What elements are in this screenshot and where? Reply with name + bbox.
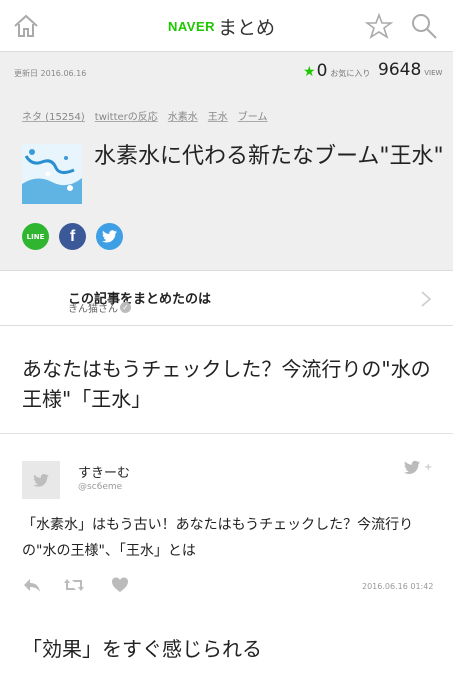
view-count: 9648 — [378, 60, 422, 80]
bird-icon — [33, 473, 49, 487]
like-icon[interactable] — [111, 576, 129, 594]
author-name-row[interactable]: きん猫さん ✓ — [68, 300, 131, 315]
favorite-counter[interactable]: ★ 0 お気に入り — [303, 61, 370, 81]
app-header: NAVER まとめ — [0, 0, 453, 52]
line-share-button[interactable]: LINE — [22, 223, 49, 250]
fav-star-icon: ★ — [303, 64, 316, 80]
tag-list: ネタ (15254) twitterの反応 水素水 王水 ブーム — [22, 108, 267, 123]
article-title[interactable]: 水素水に代わる新たなブーム"王水" — [94, 140, 444, 174]
facebook-share-button[interactable]: f — [59, 223, 86, 250]
tag-link[interactable]: twitterの反応 — [95, 108, 158, 123]
home-icon[interactable] — [12, 13, 40, 39]
logo-naver-text: NAVER — [168, 18, 216, 34]
tweet-date[interactable]: 2016.06.16 01:42 — [362, 582, 433, 591]
reply-icon[interactable] — [22, 576, 42, 594]
view-label: VIEW — [424, 69, 443, 77]
article-thumbnail — [22, 144, 82, 204]
naver-matome-logo[interactable]: NAVER まとめ — [168, 13, 275, 39]
divider — [0, 433, 453, 434]
svg-text:+: + — [424, 462, 432, 473]
tweet-author-handle[interactable]: @sc6eme — [78, 482, 122, 492]
tweet-text: 「水素水」はもう古い！あなたはもうチェックした？今流行りの"水の王様"、「王水」… — [22, 517, 414, 559]
fav-label: お気に入り — [330, 69, 371, 78]
water-splash-image — [22, 144, 82, 204]
follow-icon[interactable]: + — [404, 460, 432, 476]
tag-link[interactable]: 王水 — [208, 108, 228, 123]
twitter-share-button[interactable] — [96, 223, 123, 250]
fav-count: 0 — [316, 61, 328, 81]
logo-matome-text: まとめ — [218, 16, 276, 39]
author-badge-icon: ✓ — [120, 302, 131, 313]
section-heading: あなたはもうチェックした？今流行りの"水の王様"「王水」 — [22, 357, 431, 411]
twitter-icon — [102, 230, 117, 243]
star-icon[interactable] — [365, 12, 393, 40]
tag-link[interactable]: ネタ (15254) — [22, 108, 85, 123]
tweet-author-name[interactable]: すきーむ — [78, 462, 130, 481]
author-name: きん猫さん — [68, 304, 118, 315]
retweet-icon[interactable] — [63, 576, 85, 594]
updated-date: 更新日 2016.06.16 — [14, 69, 87, 78]
effect-heading: 「効果」をすぐ感じられる — [22, 637, 262, 661]
chevron-right-icon — [421, 291, 432, 307]
line-icon: LINE — [26, 232, 45, 241]
facebook-icon: f — [69, 227, 76, 245]
search-icon[interactable] — [410, 12, 438, 40]
author-row[interactable]: この記事をまとめたのは きん猫さん ✓ — [0, 270, 453, 326]
view-counter: 9648 VIEW — [378, 60, 442, 80]
tag-link[interactable]: ブーム — [238, 108, 268, 123]
tag-link[interactable]: 水素水 — [168, 108, 198, 123]
tweet-avatar[interactable] — [22, 461, 60, 499]
